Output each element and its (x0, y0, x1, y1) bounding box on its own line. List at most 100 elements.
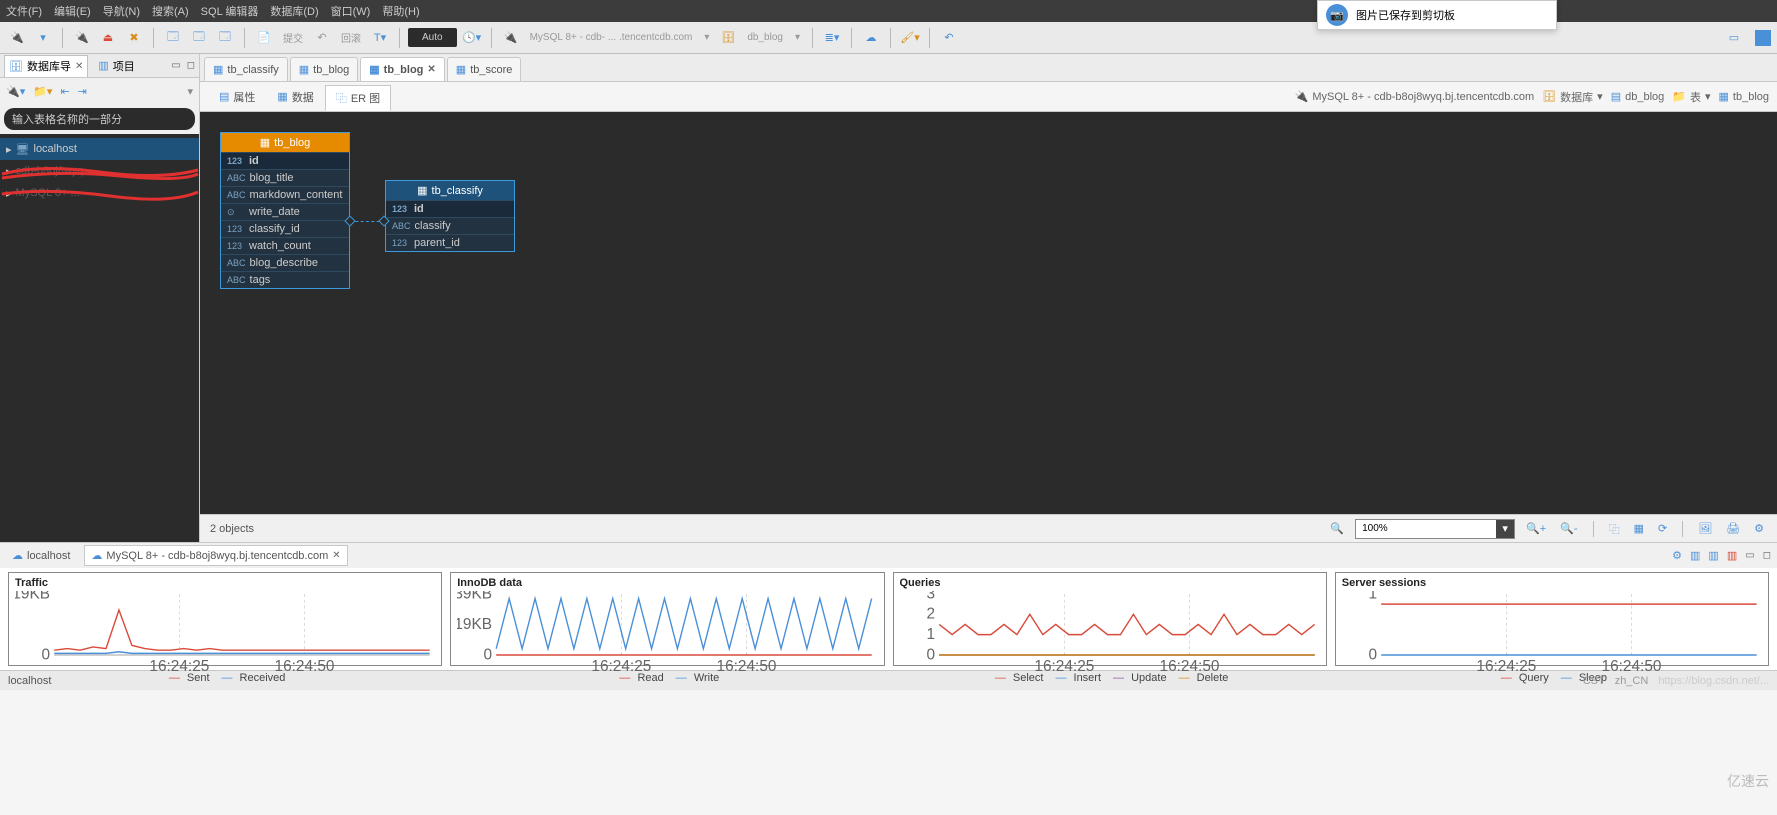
legend-item: — Insert (1051, 672, 1101, 684)
sidebar-menu-icon[interactable]: ▾ (187, 85, 193, 98)
new-connection-icon[interactable]: 🔌 (6, 27, 28, 49)
window-extra-button[interactable] (1755, 30, 1771, 46)
entity-column: ABCblog_title (221, 169, 349, 186)
settings-icon[interactable]: ⚙ (1672, 549, 1682, 562)
panel-icon-1[interactable]: ▥ (1690, 549, 1700, 562)
subtab-data[interactable]: ▦数据 (266, 84, 324, 110)
rollback-icon[interactable]: ↶ (311, 27, 333, 49)
datatype-icon: ⊙ (227, 207, 245, 218)
sql-script-icon[interactable]: 🗔 (188, 27, 210, 49)
menu-database[interactable]: 数据库(D) (270, 3, 318, 19)
subtab-er-diagram[interactable]: ⿻ER 图 (325, 85, 391, 111)
undo-icon[interactable]: ↶ (938, 27, 960, 49)
minimize-icon[interactable]: ▭ (1723, 27, 1745, 49)
tab-tb-blog-1[interactable]: ▦tb_blog (290, 57, 359, 81)
list-icon[interactable]: ≣▾ (821, 27, 843, 49)
datasource-label[interactable]: MySQL 8+ - cdb- ... .tencentcdb.com (526, 32, 697, 43)
brush-icon[interactable]: 🖌▾ (899, 27, 921, 49)
tree-node-redacted-2[interactable]: ▸ MySQL 8+ ... (0, 182, 199, 204)
folder-icon[interactable]: 📁▾ (33, 85, 52, 98)
panel-icon-2[interactable]: ▥ (1708, 549, 1718, 562)
rollback-label: 回滚 (337, 30, 365, 45)
session-tab-mysql[interactable]: ☁MySQL 8+ - cdb-b8oj8wyq.bj.tencentcdb.c… (84, 545, 347, 566)
sidebar-tab-db-navigator[interactable]: 🗄 数据库导 ✕ (4, 55, 88, 77)
session-tab-localhost[interactable]: ☁localhost (6, 546, 76, 565)
auto-commit-toggle[interactable]: Auto (408, 28, 457, 47)
print-icon[interactable]: 🖨 (1723, 522, 1743, 535)
layout-icon[interactable]: ⿻ (1606, 521, 1623, 537)
sql-console-icon[interactable]: 🗔 (214, 27, 236, 49)
expand-icon[interactable]: ⇥ (78, 85, 87, 98)
svg-text:2: 2 (926, 605, 935, 622)
panel-min-icon[interactable]: ▭ (1745, 550, 1754, 561)
menu-search[interactable]: 搜索(A) (152, 3, 189, 19)
tx-mode-icon[interactable]: T▾ (369, 27, 391, 49)
menu-file[interactable]: 文件(F) (6, 3, 42, 19)
menu-edit[interactable]: 编辑(E) (54, 3, 91, 19)
sql-editor-icon[interactable]: 🗔 (162, 27, 184, 49)
bc-schema[interactable]: ▤db_blog (1611, 90, 1665, 103)
chart-sessions: Server sessions 0116:24:2516:24:50 — Que… (1335, 572, 1769, 666)
schema-dd[interactable]: ▾ (791, 32, 804, 43)
filter-input[interactable]: 输入表格名称的一部分 (4, 108, 195, 130)
history-icon[interactable]: 🕓▾ (461, 27, 483, 49)
grid-icon[interactable]: ▦ (1631, 522, 1647, 535)
entity-column: ABCtags (221, 271, 349, 288)
panel-close-icon[interactable]: ▥ (1727, 549, 1737, 562)
tree-node-localhost[interactable]: ▸ 🖥 localhost (0, 138, 199, 160)
tab-tb-blog-2[interactable]: ▦tb_blog✕ (360, 57, 445, 81)
search-icon[interactable]: 🔍 (1327, 522, 1347, 535)
bc-database[interactable]: 🗄数据库▾ (1542, 89, 1603, 105)
bc-datasource[interactable]: 🔌MySQL 8+ - cdb-b8oj8wyq.bj.tencentcdb.c… (1295, 90, 1535, 103)
menu-nav[interactable]: 导航(N) (103, 3, 140, 19)
sidebar-tab-project[interactable]: ▥ 项目 (94, 55, 138, 77)
settings-icon[interactable]: ⚙ (1751, 522, 1767, 535)
close-icon[interactable]: ✕ (427, 64, 435, 75)
panel-max-icon[interactable]: ◻ (1763, 550, 1771, 561)
disconnect-icon[interactable]: ⏏ (97, 27, 119, 49)
tab-tb-score[interactable]: ▦tb_score (447, 57, 522, 81)
bc-label: 数据库 (1560, 89, 1593, 105)
connect-icon[interactable]: 🔌 (71, 27, 93, 49)
tab-tb-classify[interactable]: ▦tb_classify (204, 57, 288, 81)
bc-table[interactable]: ▦tb_blog (1719, 90, 1770, 103)
sidebar-max-icon[interactable]: ◻ (187, 60, 195, 71)
sidebar-toolbar: 🔌▾ 📁▾ ⇤ ⇥ ▾ (0, 78, 199, 104)
zoom-out-icon[interactable]: 🔍- (1557, 522, 1580, 535)
subtab-properties[interactable]: ▤属性 (208, 84, 266, 110)
bc-tables[interactable]: 📁表▾ (1672, 89, 1710, 105)
zoom-control[interactable]: ▾ (1355, 519, 1515, 539)
datasource-dd[interactable]: ▾ (700, 32, 713, 43)
entity-tb-classify[interactable]: ▦tb_classify 123idABCclassify123parent_i… (385, 180, 515, 252)
close-icon[interactable]: ✕ (332, 550, 340, 561)
chart-queries: Queries 012316:24:2516:24:50 — Select— I… (893, 572, 1327, 666)
close-icon[interactable]: ✕ (75, 61, 83, 72)
new-connection-dd-icon[interactable]: ▾ (32, 27, 54, 49)
invalidate-icon[interactable]: ✖ (123, 27, 145, 49)
legend-item: — Sent (165, 672, 210, 684)
menu-sql[interactable]: SQL 编辑器 (201, 3, 259, 19)
chart-title: InnoDB data (457, 577, 877, 589)
tab-label: tb_blog (384, 64, 424, 76)
sidebar-tab-project-label: 项目 (113, 58, 135, 74)
zoom-dropdown[interactable]: ▾ (1496, 520, 1514, 538)
new-conn-icon[interactable]: 🔌▾ (6, 85, 25, 98)
zoom-input[interactable] (1356, 520, 1496, 538)
canvas-statusbar: 2 objects 🔍 ▾ 🔍+ 🔍- ⿻ ▦ ⟳ 🖼 🖨 ⚙ (200, 514, 1777, 542)
cloud-icon[interactable]: ☁ (860, 27, 882, 49)
menu-help[interactable]: 帮助(H) (382, 3, 419, 19)
refresh-icon[interactable]: ⟳ (1655, 522, 1670, 535)
svg-text:0: 0 (41, 646, 50, 663)
schema-label[interactable]: db_blog (743, 32, 787, 43)
collapse-icon[interactable]: ⇤ (60, 85, 69, 98)
tree-node-redacted-1[interactable]: ▸ cdb-b8oj8wyq... (0, 160, 199, 182)
menu-window[interactable]: 窗口(W) (331, 3, 371, 19)
commit-icon[interactable]: 📄 (253, 27, 275, 49)
zoom-in-icon[interactable]: 🔍+ (1523, 522, 1549, 535)
er-canvas[interactable]: ▦tb_blog 123idABCblog_titleABCmarkdown_c… (200, 112, 1777, 514)
datatype-icon: 123 (227, 241, 245, 251)
entity-tb-blog[interactable]: ▦tb_blog 123idABCblog_titleABCmarkdown_c… (220, 132, 350, 289)
sidebar-min-icon[interactable]: ▭ (171, 60, 180, 71)
chart-title: Traffic (15, 577, 435, 589)
export-image-icon[interactable]: 🖼 (1695, 522, 1715, 535)
